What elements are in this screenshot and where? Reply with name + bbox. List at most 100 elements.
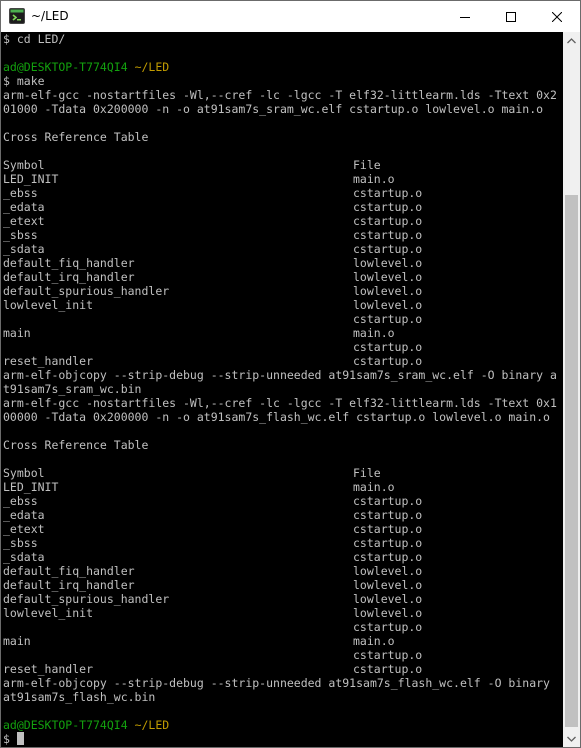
scrollbar-thumb[interactable] — [565, 195, 578, 727]
xref-row: default_irq_handler lowlevel.o — [3, 578, 557, 592]
xref-file: lowlevel.o — [353, 284, 423, 298]
xref-symbol: main — [3, 634, 31, 648]
xref-file: lowlevel.o — [353, 592, 423, 606]
xref-row: cstartup.o — [3, 620, 557, 634]
xref-file: cstartup.o — [353, 340, 423, 354]
xref-symbol: _ebss — [3, 494, 38, 508]
xref-row: default_fiq_handler lowlevel.o — [3, 564, 557, 578]
input-line: $ — [3, 732, 557, 746]
xref-row: main main.o — [3, 634, 557, 648]
prompt-path: ~/LED — [134, 718, 170, 732]
xref-symbol: LED_INIT — [3, 480, 59, 494]
xref-file: main.o — [353, 172, 395, 186]
blank-line — [3, 424, 557, 438]
minimize-button[interactable] — [442, 1, 488, 32]
xref-file: cstartup.o — [353, 228, 423, 242]
prompt-line: ad@DESKTOP-T774QI4 ~/LED — [3, 718, 557, 732]
xref-symbol: default_spurious_handler — [3, 592, 170, 606]
xref-symbol: LED_INIT — [3, 172, 59, 186]
xref-row: LED_INIT main.o — [3, 172, 557, 186]
text-cursor — [16, 732, 24, 745]
xref-row: _edata cstartup.o — [3, 508, 557, 522]
scroll-up-button[interactable] — [563, 32, 580, 49]
xref-row: default_spurious_handler lowlevel.o — [3, 284, 557, 298]
xref-row: Symbol File — [3, 158, 557, 172]
xref-symbol: main — [3, 326, 31, 340]
vertical-scrollbar[interactable] — [563, 32, 580, 747]
output-line: 00000 -Tdata 0x200000 -n -o at91sam7s_fl… — [3, 410, 550, 424]
xref-row: _sbss cstartup.o — [3, 228, 557, 242]
close-button[interactable] — [534, 1, 580, 32]
arrow-up-icon — [567, 37, 576, 43]
prompt-user: ad@DESKTOP-T774QI4 — [3, 718, 128, 732]
terminal-output[interactable]: $ cd LED/ad@DESKTOP-T774QI4 ~/LED $ make a… — [1, 32, 563, 747]
xref-file: lowlevel.o — [353, 270, 423, 284]
xref-row: cstartup.o — [3, 648, 557, 662]
xref-file: cstartup.o — [353, 522, 423, 536]
xref-symbol: reset_handler — [3, 354, 94, 368]
blank-line — [3, 704, 557, 718]
xref-file: File — [353, 466, 381, 480]
xref-symbol: lowlevel_init — [3, 298, 94, 312]
xref-file: cstartup.o — [353, 354, 423, 368]
prompt-line: ad@DESKTOP-T774QI4 ~/LED — [3, 60, 557, 74]
xref-row: LED_INIT main.o — [3, 480, 557, 494]
xref-file: cstartup.o — [353, 508, 423, 522]
terminal-window: ~/LED $ cd LED/ad@DESKTOP-T774QI4 ~/LED $… — [0, 0, 581, 748]
xref-symbol: default_fiq_handler — [3, 564, 135, 578]
xref-file: cstartup.o — [353, 186, 423, 200]
xref-file: cstartup.o — [353, 312, 423, 326]
scroll-down-button[interactable] — [563, 730, 580, 747]
xref-symbol: _sbss — [3, 536, 38, 550]
xref-symbol: _ebss — [3, 186, 38, 200]
xref-row: default_spurious_handler lowlevel.o — [3, 592, 557, 606]
xref-row: reset_handler cstartup.o — [3, 662, 557, 676]
xref-row: _edata cstartup.o — [3, 200, 557, 214]
blank-line — [3, 116, 557, 130]
output-line: Cross Reference Table — [3, 130, 149, 144]
maximize-icon — [506, 11, 516, 22]
xref-row: cstartup.o — [3, 312, 557, 326]
xref-row: _ebss cstartup.o — [3, 494, 557, 508]
output-line: arm-elf-gcc -nostartfiles -Wl,--cref -lc… — [3, 88, 557, 102]
xref-row: _sdata cstartup.o — [3, 550, 557, 564]
xref-row: _ebss cstartup.o — [3, 186, 557, 200]
blank-line — [3, 452, 557, 466]
xref-file: cstartup.o — [353, 214, 423, 228]
terminal-lines: $ cd LED/ad@DESKTOP-T774QI4 ~/LED $ make a… — [3, 32, 557, 746]
title-bar[interactable]: ~/LED — [1, 1, 580, 32]
xref-file: lowlevel.o — [353, 564, 423, 578]
xref-file: main.o — [353, 634, 395, 648]
prompt-symbol: $ — [3, 732, 17, 746]
xref-symbol: _edata — [3, 200, 45, 214]
xref-file: File — [353, 158, 381, 172]
xref-symbol: default_irq_handler — [3, 578, 135, 592]
xref-file: main.o — [353, 326, 395, 340]
xref-symbol: default_irq_handler — [3, 270, 135, 284]
xref-symbol: Symbol — [3, 158, 45, 172]
xref-row: main main.o — [3, 326, 557, 340]
xref-file: cstartup.o — [353, 536, 423, 550]
xref-row: _etext cstartup.o — [3, 214, 557, 228]
xref-symbol: _etext — [3, 214, 45, 228]
xref-file: lowlevel.o — [353, 606, 423, 620]
xref-file: cstartup.o — [353, 662, 423, 676]
xref-file: lowlevel.o — [353, 256, 423, 270]
xref-symbol: Symbol — [3, 466, 45, 480]
output-line: $ cd LED/ — [3, 32, 66, 46]
xref-symbol: default_fiq_handler — [3, 256, 135, 270]
blank-line — [3, 144, 557, 158]
xref-row: reset_handler cstartup.o — [3, 354, 557, 368]
xref-file: cstartup.o — [353, 494, 423, 508]
xref-row: lowlevel_init lowlevel.o — [3, 606, 557, 620]
xref-file: cstartup.o — [353, 242, 423, 256]
maximize-button[interactable] — [488, 1, 534, 32]
output-line: 01000 -Tdata 0x200000 -n -o at91sam7s_sr… — [3, 102, 544, 116]
output-line: arm-elf-objcopy --strip-debug --strip-un… — [3, 676, 550, 690]
xref-row: _etext cstartup.o — [3, 522, 557, 536]
xref-file: cstartup.o — [353, 648, 423, 662]
output-line: at91sam7s_flash_wc.bin — [3, 690, 156, 704]
prompt-user: ad@DESKTOP-T774QI4 — [3, 60, 128, 74]
window-title: ~/LED — [31, 9, 69, 23]
output-line: $ make — [3, 74, 45, 88]
